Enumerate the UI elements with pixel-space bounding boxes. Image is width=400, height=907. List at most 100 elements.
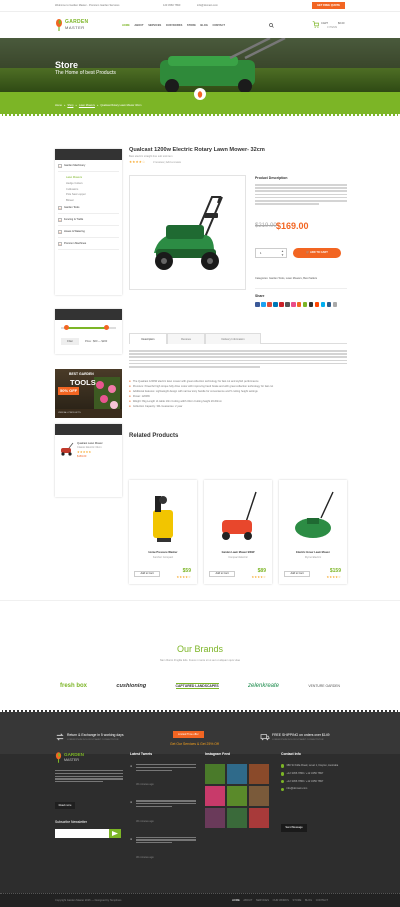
breadcrumb-item[interactable]: Shop [67, 104, 73, 107]
featured-name[interactable]: Qualcast Lawn Mower [77, 442, 103, 445]
logo[interactable]: GARDEN MASTER [55, 18, 89, 32]
tab-delivery[interactable]: Delivery Information [205, 333, 261, 344]
footer-nav-home[interactable]: HOME [232, 899, 240, 902]
cart-icon[interactable] [312, 21, 319, 28]
filter-button[interactable]: Filter [61, 338, 79, 345]
share-icon[interactable] [266, 302, 272, 307]
read-more-button[interactable]: Read more [55, 802, 75, 809]
brand-logo[interactable]: cushioning [116, 683, 146, 689]
subcategory-item[interactable]: Lawn Mowers [66, 176, 119, 179]
nav-item-contact[interactable]: CONTACT [212, 24, 225, 27]
footer-nav-our-works[interactable]: OUR WORKS [273, 899, 289, 902]
newsletter-submit-button[interactable] [109, 829, 121, 838]
share-icon[interactable] [272, 302, 278, 307]
promo-cta[interactable]: VIEW ALL PRODUCTS [58, 412, 81, 415]
share-icon[interactable] [308, 302, 314, 307]
price-slider-max-handle[interactable] [104, 325, 109, 330]
share-icon[interactable] [296, 302, 302, 307]
promo-banner[interactable]: BEST GARDEN TOOLS 50% OFF [55, 369, 122, 409]
brand-logo[interactable]: CAPTURED LANDSCAPES [175, 683, 219, 689]
category-toggle-icon[interactable]: – [58, 164, 62, 168]
related-add-to-cart-button[interactable]: Add to Cart [284, 571, 310, 577]
footer-nav-services[interactable]: SERVICES [256, 899, 269, 902]
category-item[interactable]: + Garden Tools [58, 205, 119, 214]
subcategory-item[interactable]: Pole Saw Lopper [66, 193, 119, 196]
nav-item-about[interactable]: ABOUT [134, 24, 143, 27]
quantity-stepper[interactable]: 1 ▲ ▼ [255, 248, 287, 258]
nav-item-blog[interactable]: BLOG [200, 24, 208, 27]
share-title: Share [255, 294, 265, 298]
subcategory-item[interactable]: Blower [66, 199, 119, 202]
product-image-box[interactable] [129, 175, 246, 290]
instagram-photo[interactable] [227, 786, 247, 806]
quantity-arrows-icon[interactable]: ▲ ▼ [281, 249, 284, 257]
nav-item-services[interactable]: SERVICES [148, 24, 161, 27]
category-toggle-icon[interactable]: + [58, 217, 62, 222]
footer-nav-about[interactable]: ABOUT [243, 899, 252, 902]
share-icon[interactable] [332, 302, 338, 307]
related-product-name[interactable]: Home Pressure Washer [129, 551, 197, 554]
footer-nav-store[interactable]: STORE [292, 899, 301, 902]
brand-logo[interactable]: fresh box [60, 683, 87, 689]
brand-logo[interactable]: VENTURE GARDEN [308, 684, 340, 688]
share-icon[interactable] [284, 302, 290, 307]
price-slider-min-handle[interactable] [64, 325, 69, 330]
category-item[interactable]: + Fencing & Trellis [58, 217, 119, 226]
related-product-image[interactable] [216, 488, 260, 544]
share-icon[interactable] [320, 302, 326, 307]
category-toggle-icon[interactable]: + [58, 205, 62, 210]
footer-nav-blog[interactable]: BLOG [305, 899, 312, 902]
tweet-time: 30 minutes ago [136, 819, 154, 823]
related-product-image[interactable] [291, 488, 335, 544]
brand-logo[interactable]: zelenkreate [248, 683, 279, 689]
featured-product-image[interactable] [60, 442, 74, 456]
send-message-button[interactable]: Send Message [281, 824, 307, 832]
category-toggle-icon[interactable]: + [58, 241, 62, 246]
leaf-badge [194, 88, 206, 100]
breadcrumb-item[interactable]: Home [55, 104, 62, 107]
instagram-photo[interactable] [205, 764, 225, 784]
subcategory-item[interactable]: Cultivators [66, 188, 119, 191]
footer-nav-contact[interactable]: CONTACT [316, 899, 328, 902]
email-link[interactable]: info@domain.com [197, 4, 218, 7]
share-icon[interactable] [255, 302, 260, 307]
share-icon[interactable] [326, 302, 332, 307]
footer-logo[interactable]: GARDEN MASTER [55, 752, 89, 766]
share-icon[interactable] [260, 302, 266, 307]
instagram-photo[interactable] [249, 786, 269, 806]
share-icon[interactable] [314, 302, 320, 307]
instagram-photo[interactable] [205, 808, 225, 828]
service-2-title[interactable]: Get Our Services & Get 25% Off [170, 742, 219, 746]
related-product-name[interactable]: Garden Lawn Mower 900W [204, 551, 272, 554]
category-item[interactable]: + Premium Machines [58, 241, 119, 250]
related-product-name[interactable]: Electric Hover Lawn Mower [279, 551, 347, 554]
free-quote-button[interactable]: GET FREE QUOTE [312, 2, 345, 9]
share-icon[interactable] [290, 302, 296, 307]
instagram-photo[interactable] [249, 764, 269, 784]
related-add-to-cart-button[interactable]: Add to Cart [209, 571, 235, 577]
related-add-to-cart-button[interactable]: Add to Cart [134, 571, 160, 577]
search-icon[interactable] [269, 23, 274, 28]
nav-item-home[interactable]: HOME [122, 24, 130, 27]
instagram-photo[interactable] [227, 808, 247, 828]
related-product-image[interactable] [141, 488, 185, 544]
tab-reviews[interactable]: Reviews [167, 333, 205, 344]
category-toggle-icon[interactable]: + [58, 229, 62, 234]
product-reviews-link[interactable]: 3 reviews | Add a review [153, 161, 181, 164]
category-item[interactable]: + Hoses & Watering [58, 229, 119, 238]
instagram-photo[interactable] [205, 786, 225, 806]
instagram-photo[interactable] [249, 808, 269, 828]
feature-text: Power: 1200W [132, 395, 150, 398]
subcategory-item[interactable]: Hedge Cutters [66, 182, 119, 185]
share-icon[interactable] [278, 302, 284, 307]
instagram-photo[interactable] [227, 764, 247, 784]
add-to-cart-button[interactable]: 🛒 ADD TO CART [293, 248, 341, 258]
newsletter-input[interactable] [55, 829, 109, 838]
share-icon[interactable] [302, 302, 308, 307]
breadcrumb-item[interactable]: Lawn Mowers [79, 104, 95, 107]
nav-item-store[interactable]: STORE [187, 24, 196, 27]
tab-description[interactable]: Description [129, 333, 167, 344]
nav-item-our-works[interactable]: OUR WORKS [166, 24, 182, 27]
contact-text[interactable]: info@domain.com [286, 787, 307, 791]
bottom-nav: HOME ABOUT SERVICES OUR WORKS STORE BLOG CONTA… [232, 899, 328, 902]
